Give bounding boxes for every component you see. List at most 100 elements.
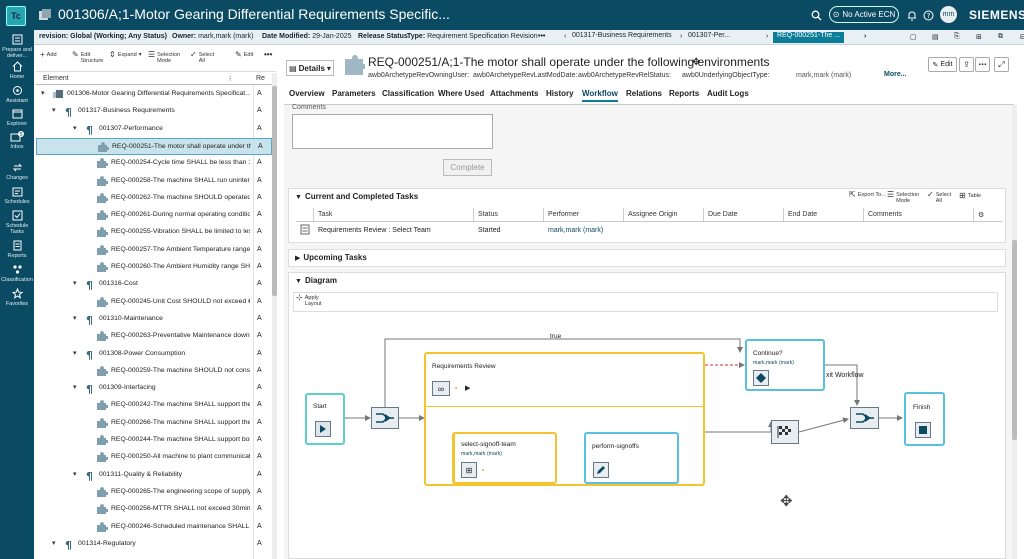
tree-row-requirement[interactable]: REQ-000262-The machine SHOULD operated u… [36,190,272,207]
select-all-button[interactable]: ✓ Select All [927,191,957,205]
tree-row-requirement[interactable]: REQ-000242-The machine SHALL support the… [36,397,272,414]
tree-row-requirement[interactable]: REQ-000266-The machine SHALL support the… [36,415,272,432]
expand-caret-icon[interactable]: ▾ [73,349,77,357]
tree-row-requirement[interactable]: REQ-000260-The Ambient Humidity range SH… [36,259,272,276]
comments-textarea[interactable] [292,114,493,149]
expand-caret-icon[interactable]: ▾ [73,124,77,132]
pan-move-icon[interactable]: ✥ [780,492,793,510]
expand-caret-icon[interactable]: ▾ [52,106,56,114]
breadcrumb-item[interactable]: 001307-Per... [686,32,732,43]
nav-favorites[interactable]: Favorites [0,288,34,307]
gateway-icon[interactable] [371,407,399,429]
teamcenter-logo[interactable]: Tc [6,6,26,26]
task-performer-link[interactable]: mark,mark (mark) [544,223,603,238]
active-ecn-button[interactable]: ⊙ No Active ECN [829,6,899,23]
merge-gateway-icon[interactable] [850,407,879,429]
tree-row-folder[interactable]: ▾ ¶ 001309-Interfacing A [36,380,272,397]
nav-explorer[interactable]: Explorer [0,108,34,127]
complete-button[interactable]: Complete [443,159,492,176]
toolbar-icon[interactable]: ⧉ [998,33,1003,41]
nav-assistant[interactable]: Assistant [0,85,34,104]
toolbar-icon[interactable]: ⎘ [954,33,960,41]
column-header-task[interactable]: Task [314,208,474,222]
tree-row-requirement[interactable]: REQ-000255-Vibration SHALL be limited to… [36,224,272,241]
expand-caret-icon[interactable]: ▾ [41,89,45,97]
tree-scrollbar-thumb[interactable] [272,86,277,296]
tree-row-requirement[interactable]: REQ-000245-Unit Cost SHOULD not exceed €… [36,294,272,311]
tasks-section-header[interactable]: ▼ Current and Completed Tasks [295,192,418,201]
fullscreen-icon[interactable]: ⤢ [994,57,1009,72]
nav-changes[interactable]: Changes [0,162,34,181]
tab-relations[interactable]: Relations [626,89,662,98]
tree-row-folder[interactable]: ▾ ¶ 001308-Power Consumption A [36,346,272,363]
selection-mode-button[interactable]: ☰ Selection Mode [148,51,190,65]
breadcrumb-back-icon[interactable]: ‹ [564,33,566,40]
tab-attachments[interactable]: Attachments [490,89,538,98]
selection-mode-button[interactable]: ☰ Selection Mode [887,191,927,205]
column-header-revision[interactable]: Re [256,75,265,82]
search-icon[interactable] [809,7,823,23]
column-header-element[interactable]: Element [43,75,69,82]
tree-row-requirement[interactable]: REQ-000251-The motor shall operate under… [36,137,272,155]
bell-icon[interactable] [906,7,918,23]
nav-prepare-and-deliver[interactable]: Prepare and deliver... [0,34,34,59]
pin-icon[interactable]: ✥ [692,57,700,68]
tab-overview[interactable]: Overview [289,89,325,98]
expand-button[interactable]: ⇕ Expand ▾ [109,51,142,59]
tab-history[interactable]: History [546,89,574,98]
tree-row-folder[interactable]: ▾ ¶ 001317-Business Requirements A [36,103,272,120]
nav-classification[interactable]: Classification [0,264,34,283]
edit-object-button[interactable]: ✎ Edit [928,57,957,72]
tree-row-requirement[interactable]: REQ-000250-All machine to plant communic… [36,449,272,466]
tree-row-folder[interactable]: ▾ ¶ 001314-Regulatory A [36,536,272,553]
tree-row-requirement[interactable]: REQ-000263-Preventative Maintenance down… [36,328,272,345]
perform-signoffs-node[interactable]: perform-signoffs [584,432,679,484]
tree-row-requirement[interactable]: REQ-000254-Cycle time SHALL be less than… [36,155,272,172]
tab-audit-logs[interactable]: Audit Logs [707,89,749,98]
tree-row-folder[interactable]: ▾ 001306-Motor Gearing Differential Requi… [36,86,272,103]
column-header-status[interactable]: Status [474,208,544,222]
start-node[interactable]: Start [305,393,345,445]
toolbar-icon[interactable]: ▤ [932,33,939,41]
tree-row-folder[interactable]: ▾ ¶ 001310-Maintenance A [36,311,272,328]
continue-node[interactable]: Continue? mark,mark (mark) [745,339,825,391]
finish-node[interactable]: Finish [904,392,945,446]
tab-where-used[interactable]: Where Used [438,89,484,98]
sort-icon[interactable]: ⁝ [229,75,231,83]
more-button[interactable]: ••• [264,51,272,59]
breadcrumb-current[interactable]: REQ-000251-The ... [773,32,845,43]
column-header-comments[interactable]: Comments [864,208,974,222]
diagram-section-header[interactable]: ▼ Diagram [295,276,337,285]
tree-row-requirement[interactable]: REQ-000258-The machine SHALL run uninter… [36,173,272,190]
tree-row-folder[interactable]: ▾ ¶ 001316-Cost A [36,276,272,293]
table-view-button[interactable]: ⊞ Table [959,192,993,200]
share-icon[interactable]: ⇪ [959,57,974,72]
toolbar-icon[interactable]: ⊟ [1020,33,1024,41]
details-dropdown[interactable]: ▤ Details ▾ [286,60,334,76]
column-header-end-date[interactable]: End Date [784,208,864,222]
toolbar-icon[interactable]: ▢ [910,33,917,41]
nav-schedules[interactable]: Schedules [0,186,34,205]
tree-row-requirement[interactable]: REQ-000244-The machine SHALL support bot… [36,432,272,449]
nav-inbox[interactable]: 5 Inbox [0,131,34,150]
tree-row-folder[interactable]: ▾ ¶ 001307-Performance A [36,121,272,138]
column-header-due-date[interactable]: Due Date [704,208,784,222]
edit-structure-button[interactable]: ✎ Edit Structure [72,51,108,65]
expand-caret-icon[interactable]: ▾ [73,314,77,322]
avatar[interactable]: mm [940,6,957,23]
tree-row-requirement[interactable]: REQ-000257-The Ambient Temperature range… [36,242,272,259]
expand-caret-icon[interactable]: ▾ [73,279,77,287]
export-button[interactable]: ⇱ Export To... [849,191,887,199]
nav-reports[interactable]: Reports [0,240,34,259]
nav-schedule-tasks[interactable]: Schedule Tasks [0,210,34,235]
expand-caret-icon[interactable]: ▾ [73,383,77,391]
tab-parameters[interactable]: Parameters [332,89,376,98]
content-scrollbar-thumb[interactable] [1012,240,1017,440]
tree-row-requirement[interactable]: REQ-000261-During normal operating condi… [36,207,272,224]
add-button[interactable]: + Add [40,51,57,59]
edit-button[interactable]: ✎ Edit [235,51,253,59]
upcoming-section-header[interactable]: ▶ Upcoming Tasks [295,253,367,262]
more-actions-button[interactable]: ⋯ [975,57,990,72]
more-properties-link[interactable]: More... [884,71,907,78]
table-settings-icon[interactable]: ⚙ [974,208,1002,222]
